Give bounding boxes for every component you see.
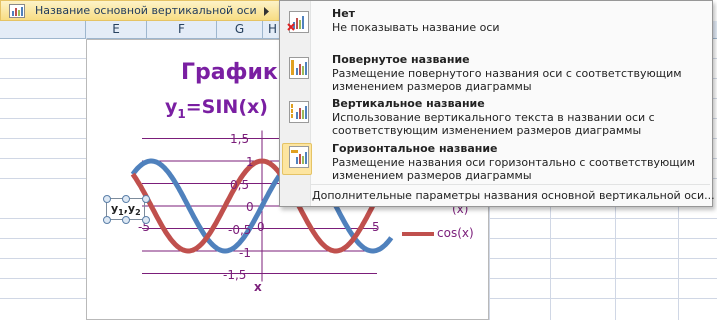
option-horizontal-title: Горизонтальное название [332,142,498,155]
x-tick-label: 5 [372,220,380,234]
horizontal-title-icon [289,146,309,168]
y-tick-label: -0,5 [228,223,252,237]
option-vertical[interactable]: Вертикальное название Использование верт… [282,97,710,141]
resize-handle[interactable] [142,216,150,224]
option-horizontal[interactable]: Горизонтальное название Размещение назва… [282,142,710,182]
more-axis-title-options-label: Дополнительные параметры названия основн… [312,189,715,202]
x-axis-title: x [254,280,262,294]
column-header-f[interactable]: F [147,21,217,38]
resize-handle[interactable] [122,195,130,203]
axis-title-menu-item[interactable]: Название основной вертикальной оси [0,0,280,21]
menu-separator [310,184,710,185]
resize-handle[interactable] [142,195,150,203]
y-tick-label: 0 [246,200,254,214]
submenu-arrow-icon [264,7,269,16]
option-none-desc: Не показывать название оси [332,21,500,34]
option-horizontal-desc: Размещение названия оси горизонтально с … [332,156,696,182]
option-vertical-desc: Использование вертикального текста в наз… [332,111,655,137]
resize-handle[interactable] [122,216,130,224]
option-none-title: Нет [332,7,356,20]
column-header-blank [0,21,86,38]
option-rotated-desc: Размещение повернутого названия оси с со… [332,67,682,93]
more-axis-title-options[interactable]: Дополнительные параметры названия основн… [282,187,715,205]
y-tick-label: 1,5 [230,132,250,146]
axis-title-dropdown: Нет Не показывать название оси Повернуто… [279,0,715,207]
option-rotated[interactable]: Повернутое название Размещение повернуто… [282,53,710,97]
y-axis-title[interactable]: y1,y2 [111,202,141,217]
resize-handle[interactable] [103,195,111,203]
axis-title-menu-label: Название основной вертикальной оси [35,4,257,17]
x-tick-label: 0 [257,220,265,234]
option-rotated-title: Повернутое название [332,53,470,66]
axis-title-icon [9,4,25,18]
legend-cos-label: cos(x) [437,226,474,240]
y-tick-label: -1,5 [223,268,247,282]
legend-cos-swatch [402,232,434,236]
vertical-title-icon [289,101,309,123]
y-axis-title-sep: ,y [123,202,136,215]
column-header-g[interactable]: G [217,21,263,38]
resize-handle[interactable] [103,216,111,224]
option-none[interactable]: Нет Не показывать название оси [282,7,710,47]
y-tick-label: -1 [239,246,251,260]
y-tick-label: 0,5 [230,178,250,192]
column-header-e[interactable]: E [86,21,147,38]
y-axis-title-sub2: 2 [135,208,141,218]
rotated-title-icon [289,57,309,79]
no-axis-title-icon [287,11,309,33]
y-tick-label: 1 [246,155,254,169]
option-vertical-title: Вертикальное название [332,97,485,110]
